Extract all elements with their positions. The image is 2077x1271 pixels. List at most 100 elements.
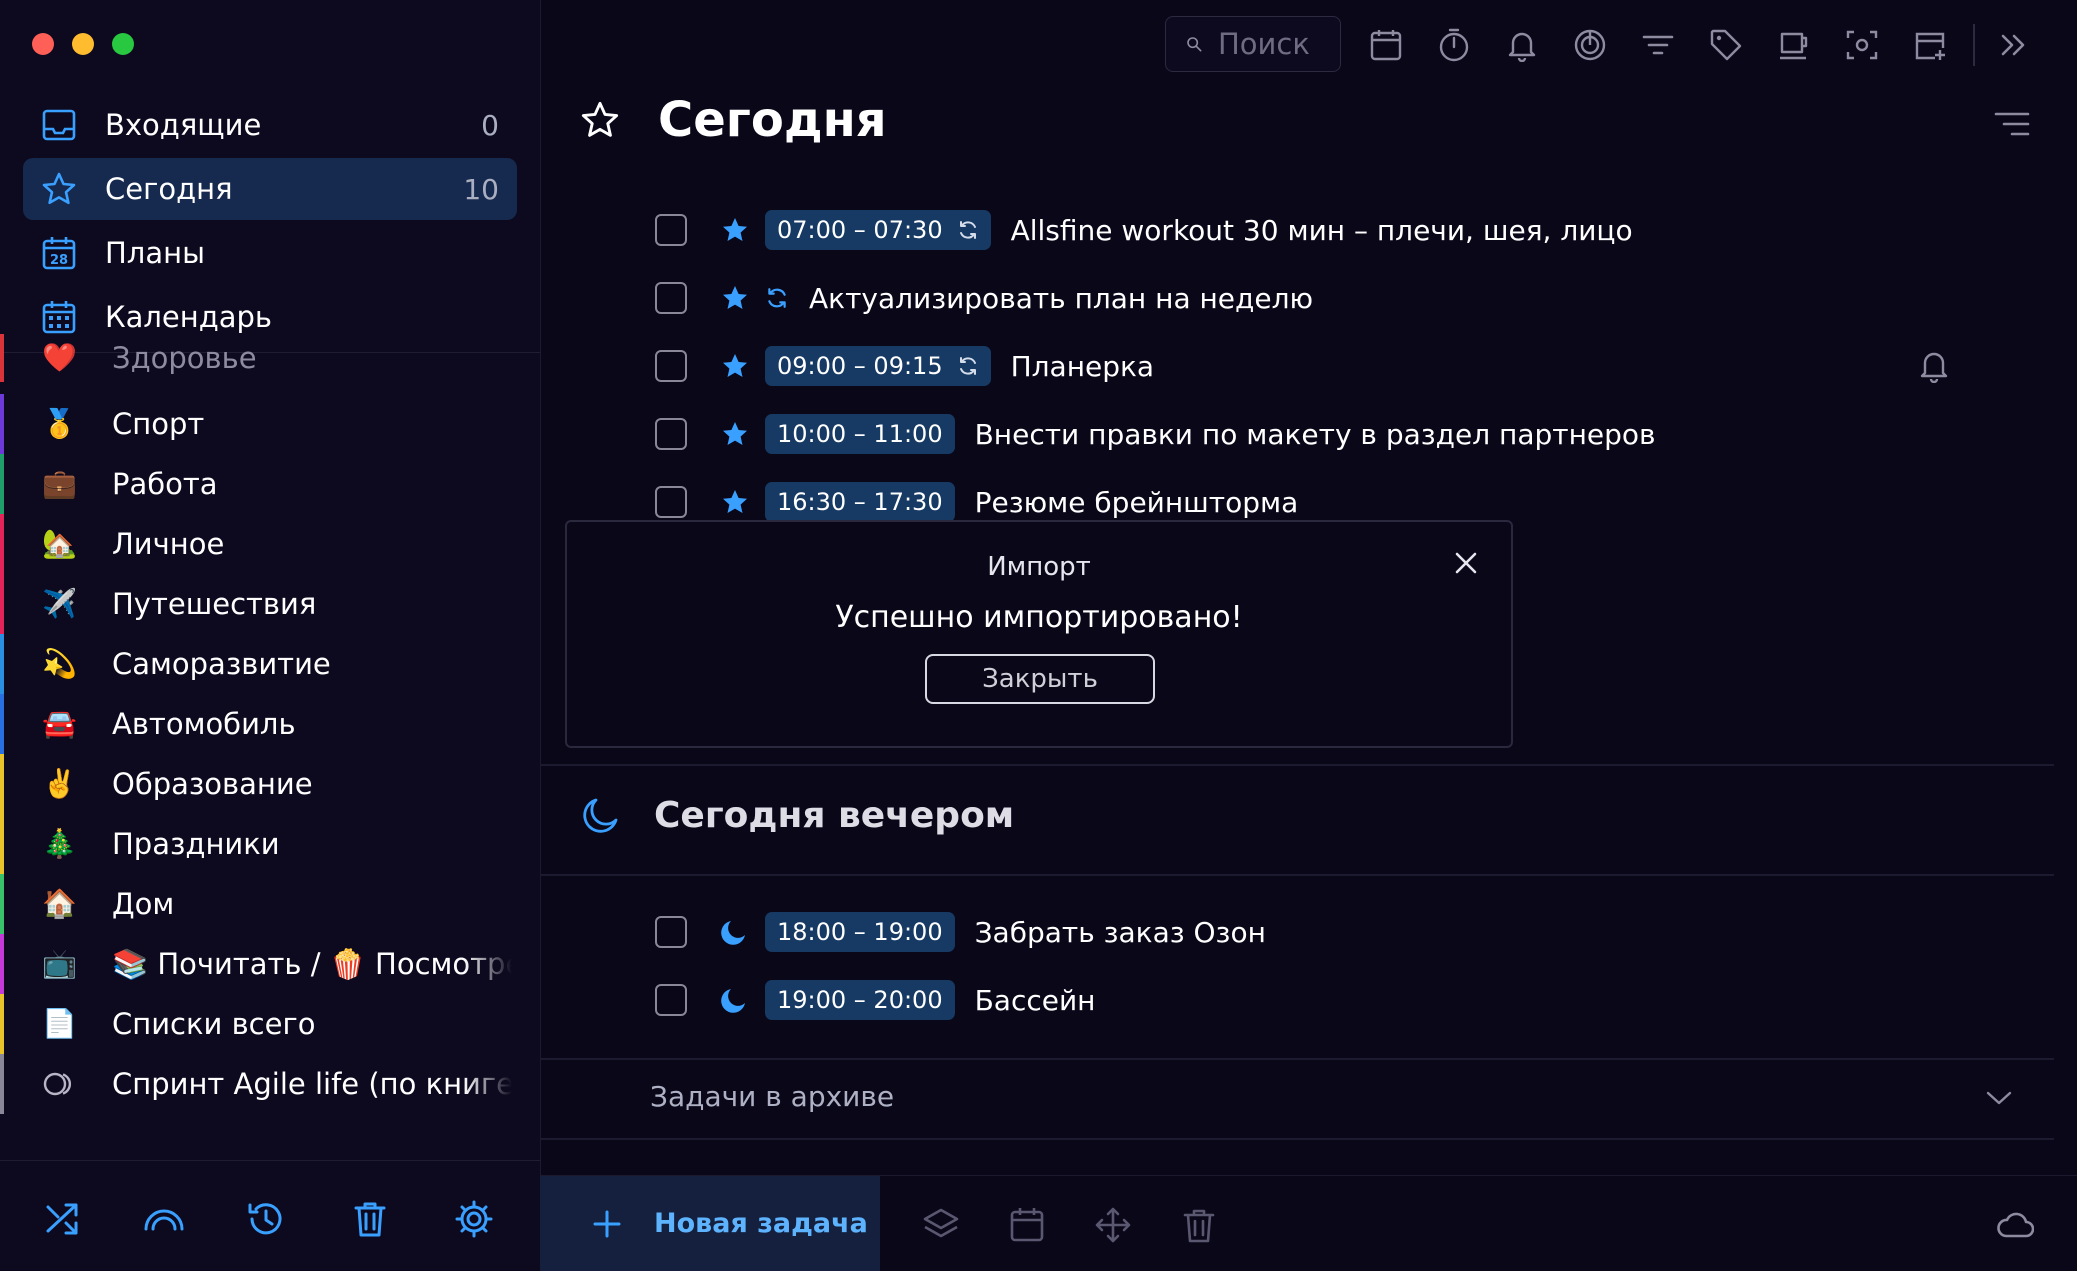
list-item-education[interactable]: ✌️ Образование bbox=[0, 754, 540, 814]
sidebar-item-today[interactable]: Сегодня 10 bbox=[23, 158, 517, 220]
zoom-window-button[interactable] bbox=[112, 33, 134, 55]
task-row[interactable]: 07:00 – 07:30 Allsfine workout 30 мин – … bbox=[655, 205, 1633, 255]
house-garden-icon: 🏡 bbox=[42, 527, 77, 560]
list-item-health[interactable]: ❤️ Здоровье bbox=[0, 334, 540, 382]
task-checkbox[interactable] bbox=[655, 214, 687, 246]
close-window-button[interactable] bbox=[32, 33, 54, 55]
sidebar-item-plans[interactable]: 28 Планы bbox=[23, 222, 517, 284]
list-item-holidays[interactable]: 🎄 Праздники bbox=[0, 814, 540, 874]
task-title: Allsfine workout 30 мин – плечи, шея, ли… bbox=[1010, 213, 1633, 247]
page-title: Сегодня bbox=[658, 92, 887, 148]
list-item-personal[interactable]: 🏡 Личное bbox=[0, 514, 540, 574]
list-item-sprint[interactable]: Спринт Agile life (по книге bbox=[0, 1054, 540, 1114]
shuffle-icon[interactable] bbox=[44, 1199, 84, 1239]
list-item-sport[interactable]: 🥇 Спорт bbox=[0, 394, 540, 454]
star-filled-icon bbox=[723, 286, 747, 309]
cloud-icon[interactable] bbox=[1996, 1206, 2034, 1244]
reminder-bell-icon[interactable] bbox=[1919, 349, 1949, 383]
new-task-button[interactable]: Новая задача bbox=[540, 1176, 880, 1271]
window-controls bbox=[32, 33, 134, 55]
sidebar-item-inbox[interactable]: Входящие 0 bbox=[23, 94, 517, 156]
task-checkbox[interactable] bbox=[655, 916, 687, 948]
history-icon[interactable] bbox=[246, 1199, 286, 1239]
calendar-icon[interactable] bbox=[1369, 28, 1403, 62]
list-label: Образование bbox=[112, 767, 313, 801]
list-label: Путешествия bbox=[112, 587, 317, 621]
new-task-label: Новая задача bbox=[654, 1208, 868, 1239]
archived-tasks-toggle[interactable]: Задачи в архиве bbox=[650, 1080, 894, 1113]
layers-icon[interactable] bbox=[922, 1206, 960, 1244]
trash-icon[interactable] bbox=[1180, 1206, 1218, 1244]
bell-icon[interactable] bbox=[1505, 28, 1539, 62]
bottom-bar: Новая задача bbox=[540, 1175, 2077, 1271]
settings-icon[interactable] bbox=[454, 1199, 494, 1239]
moon-icon bbox=[583, 798, 618, 833]
task-row[interactable]: 18:00 – 19:00 Забрать заказ Озон bbox=[655, 907, 1266, 957]
pomodoro-icon[interactable] bbox=[1573, 28, 1607, 62]
star-filled-icon bbox=[723, 354, 747, 377]
list-color-bar bbox=[0, 694, 4, 754]
task-checkbox[interactable] bbox=[655, 984, 687, 1016]
move-icon[interactable] bbox=[1094, 1206, 1132, 1244]
inbox-icon bbox=[42, 109, 76, 141]
minimize-window-button[interactable] bbox=[72, 33, 94, 55]
time-range: 07:00 – 07:30 bbox=[777, 216, 943, 244]
tag-icon[interactable] bbox=[1709, 28, 1743, 62]
rainbow-icon[interactable] bbox=[144, 1199, 184, 1239]
list-color-bar bbox=[0, 634, 4, 694]
list-item-self-development[interactable]: 💫 Саморазвитие bbox=[0, 634, 540, 694]
task-title: Актуализировать план на неделю bbox=[809, 281, 1314, 315]
trash-icon[interactable] bbox=[350, 1199, 390, 1239]
calendar-grid-icon bbox=[42, 301, 76, 334]
task-row[interactable]: 10:00 – 11:00 Внести правки по макету в … bbox=[655, 409, 1656, 459]
filter-icon[interactable] bbox=[1641, 28, 1675, 62]
chevron-down-icon[interactable] bbox=[1984, 1088, 2014, 1108]
list-label: Дом bbox=[112, 887, 175, 921]
list-color-bar bbox=[0, 934, 4, 994]
list-item-car[interactable]: 🚘 Автомобиль bbox=[0, 694, 540, 754]
list-item-travel[interactable]: ✈️ Путешествия bbox=[0, 574, 540, 634]
sidebar-footer bbox=[0, 1160, 540, 1271]
heart-icon: ❤️ bbox=[42, 341, 77, 374]
timer-icon[interactable] bbox=[1437, 28, 1471, 62]
list-label: Списки всего bbox=[112, 1007, 316, 1041]
search-icon bbox=[1187, 37, 1202, 52]
list-label: Работа bbox=[112, 467, 218, 501]
focus-icon[interactable] bbox=[1845, 28, 1879, 62]
task-row[interactable]: 19:00 – 20:00 Бассейн bbox=[655, 975, 1095, 1025]
page-icon: 📄 bbox=[42, 1007, 77, 1040]
task-row[interactable]: Актуализировать план на неделю bbox=[655, 273, 1313, 323]
task-title: Резюме брейншторма bbox=[974, 485, 1299, 519]
list-label: Спорт bbox=[112, 407, 205, 441]
sidebar-item-label: Планы bbox=[105, 236, 205, 270]
task-checkbox[interactable] bbox=[655, 282, 687, 314]
task-title: Бассейн bbox=[974, 983, 1096, 1017]
list-color-bar bbox=[0, 754, 4, 814]
time-chip: 10:00 – 11:00 bbox=[765, 414, 955, 454]
task-checkbox[interactable] bbox=[655, 418, 687, 450]
time-range: 10:00 – 11:00 bbox=[777, 420, 943, 448]
task-checkbox[interactable] bbox=[655, 350, 687, 382]
task-checkbox[interactable] bbox=[655, 486, 687, 518]
time-range: 09:00 – 09:15 bbox=[777, 352, 943, 380]
close-icon[interactable] bbox=[1453, 550, 1479, 576]
sort-options-icon[interactable] bbox=[1994, 110, 2030, 140]
double-chevron-icon[interactable] bbox=[1997, 28, 2031, 62]
task-row[interactable]: 09:00 – 09:15 Планерка bbox=[655, 341, 1154, 391]
calendar-28-icon: 28 bbox=[42, 237, 76, 270]
close-dialog-button[interactable]: Закрыть bbox=[925, 654, 1155, 704]
list-label: Праздники bbox=[112, 827, 280, 861]
sidebar-item-label: Сегодня bbox=[105, 172, 233, 206]
calendar-icon[interactable] bbox=[1008, 1206, 1046, 1244]
add-calendar-icon[interactable] bbox=[1913, 28, 1947, 62]
repeat-icon bbox=[959, 221, 976, 239]
list-item-read-watch[interactable]: 📺 📚 Почитать / 🍿 Посмотреть bbox=[0, 934, 540, 994]
search-box[interactable] bbox=[1165, 16, 1341, 72]
list-color-bar bbox=[0, 1054, 4, 1114]
sidebar-item-label: Календарь bbox=[105, 300, 273, 334]
mug-icon[interactable] bbox=[1777, 28, 1811, 62]
list-item-all-lists[interactable]: 📄 Списки всего bbox=[0, 994, 540, 1054]
search-input[interactable] bbox=[1216, 26, 1340, 62]
list-item-home[interactable]: 🏠 Дом bbox=[0, 874, 540, 934]
list-item-work[interactable]: 💼 Работа bbox=[0, 454, 540, 514]
